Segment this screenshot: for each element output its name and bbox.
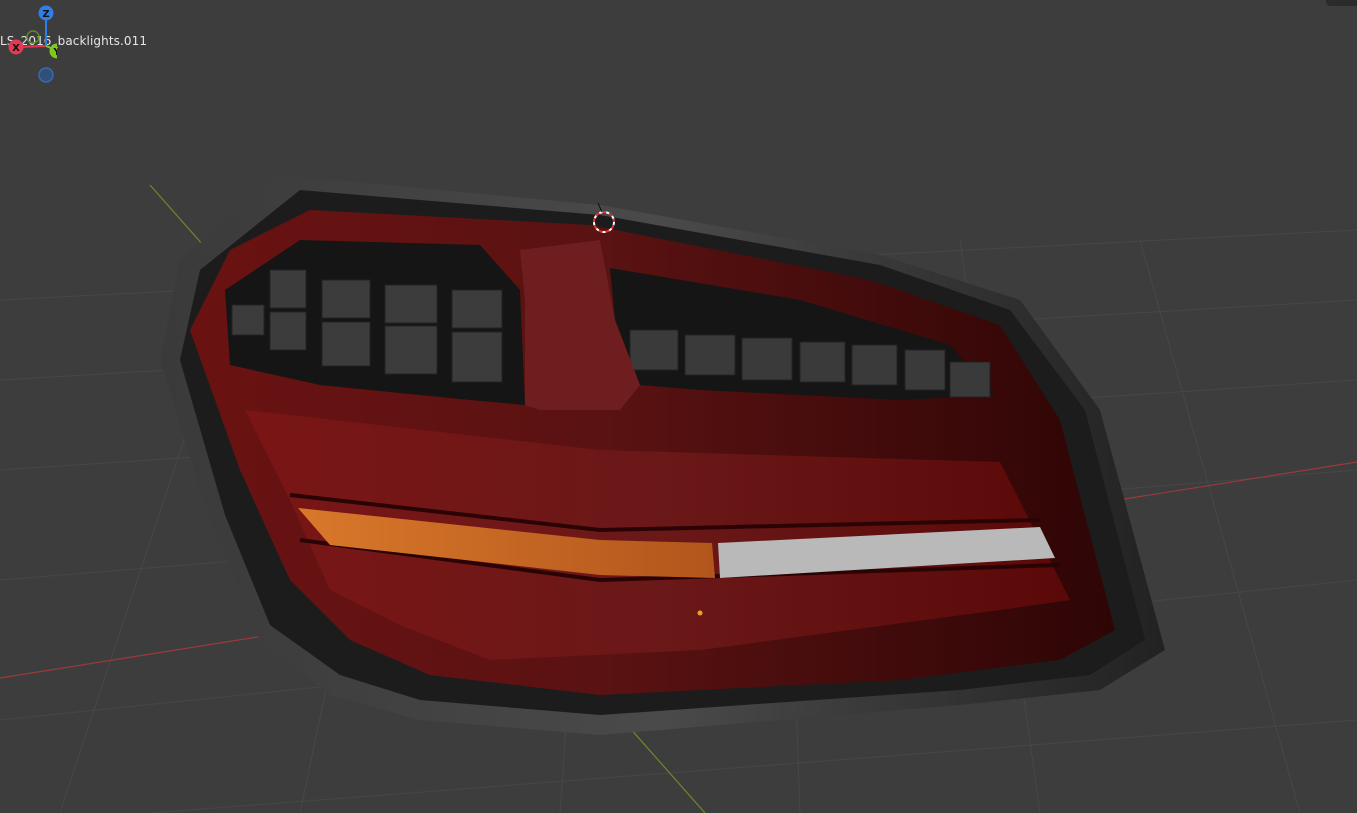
viewport-canvas[interactable] <box>0 0 1357 813</box>
x-axis-label: X <box>12 43 20 54</box>
header-tab[interactable] <box>1326 0 1357 6</box>
tail-light-model[interactable] <box>160 175 1165 735</box>
neg-z-axis-handle[interactable] <box>38 67 54 83</box>
3d-viewport[interactable]: LS_2016_backlights.011 Z X Y <box>0 0 1357 813</box>
navigation-gizmo[interactable]: Z X Y <box>0 0 57 86</box>
neg-y-axis-handle[interactable] <box>26 30 40 44</box>
z-axis-label: Z <box>42 9 49 20</box>
y-axis-label: Y <box>52 47 57 58</box>
object-origin-dot <box>697 610 703 616</box>
